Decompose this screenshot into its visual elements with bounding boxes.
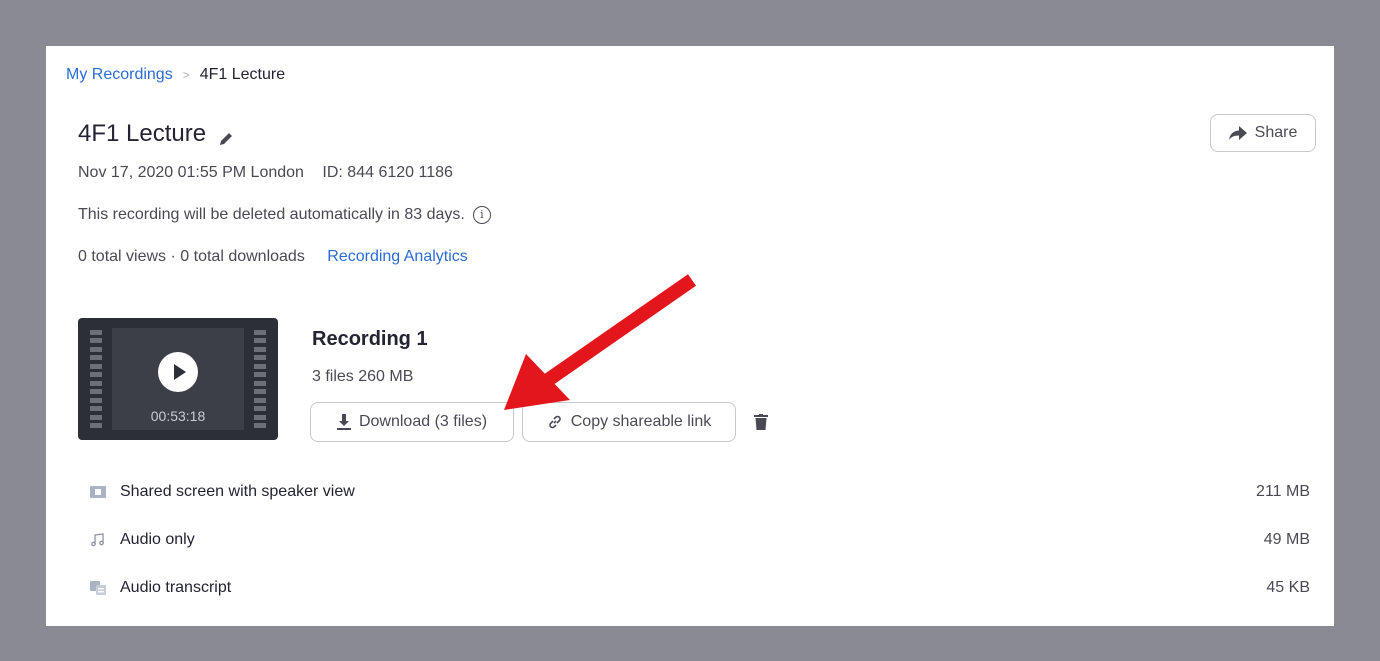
recording-title[interactable]: Recording 1 <box>312 328 428 351</box>
share-arrow-icon <box>1228 126 1247 140</box>
music-note-icon <box>90 532 106 548</box>
file-size: 45 KB <box>1266 579 1310 596</box>
page-title: 4F1 Lecture <box>78 120 234 148</box>
trash-icon[interactable] <box>754 414 768 435</box>
recording-thumbnail[interactable]: 00:53:18 <box>78 318 278 440</box>
file-name: Audio only <box>120 531 195 548</box>
file-row[interactable]: Audio only 49 MB <box>90 526 1310 554</box>
video-file-icon <box>90 484 106 500</box>
annotation-arrow-icon <box>504 274 696 410</box>
transcript-icon <box>90 580 106 596</box>
stats-row: 0 total views · 0 total downloads Record… <box>78 248 468 266</box>
recording-datetime: Nov 17, 2020 01:55 PM London <box>78 164 304 181</box>
deletion-notice-row: This recording will be deleted automatic… <box>78 206 491 224</box>
share-button[interactable]: Share <box>1210 114 1316 152</box>
file-name: Audio transcript <box>120 579 232 596</box>
meeting-id: ID: 844 6120 1186 <box>322 164 453 181</box>
info-icon[interactable]: i <box>472 206 491 224</box>
file-row[interactable]: Audio transcript 45 KB <box>90 574 1310 602</box>
breadcrumb: My Recordings > 4F1 Lecture <box>66 66 285 84</box>
recording-detail-panel: My Recordings > 4F1 Lecture 4F1 Lecture … <box>46 46 1334 626</box>
breadcrumb-current: 4F1 Lecture <box>199 66 286 83</box>
file-row[interactable]: Shared screen with speaker view 211 MB <box>90 478 1310 506</box>
recording-analytics-link[interactable]: Recording Analytics <box>327 248 468 265</box>
deletion-notice: This recording will be deleted automatic… <box>78 206 465 223</box>
download-button-label: Download (3 files) <box>358 413 488 430</box>
recording-topic: 4F1 Lecture <box>78 120 207 147</box>
edit-pencil-icon[interactable] <box>218 126 234 145</box>
stats-dot: · <box>170 248 176 265</box>
recording-file-summary: 3 files 260 MB <box>312 368 413 386</box>
recording-duration: 00:53:18 <box>150 408 206 424</box>
file-size: 211 MB <box>1256 483 1310 500</box>
recording-file-count: 3 files <box>312 368 354 385</box>
recording-meta: Nov 17, 2020 01:55 PM London ID: 844 612… <box>78 164 453 182</box>
play-icon[interactable] <box>158 352 198 392</box>
breadcrumb-my-recordings-link[interactable]: My Recordings <box>66 66 173 84</box>
file-size: 49 MB <box>1263 531 1310 548</box>
total-downloads: 0 total downloads <box>180 248 305 265</box>
total-views: 0 total views <box>78 248 167 265</box>
download-button[interactable]: Download (3 files) <box>310 402 514 442</box>
download-icon <box>336 414 351 430</box>
share-button-label: Share <box>1254 124 1298 141</box>
breadcrumb-separator: > <box>182 68 190 82</box>
recording-size: 260 MB <box>358 368 414 385</box>
file-name: Shared screen with speaker view <box>120 483 355 500</box>
